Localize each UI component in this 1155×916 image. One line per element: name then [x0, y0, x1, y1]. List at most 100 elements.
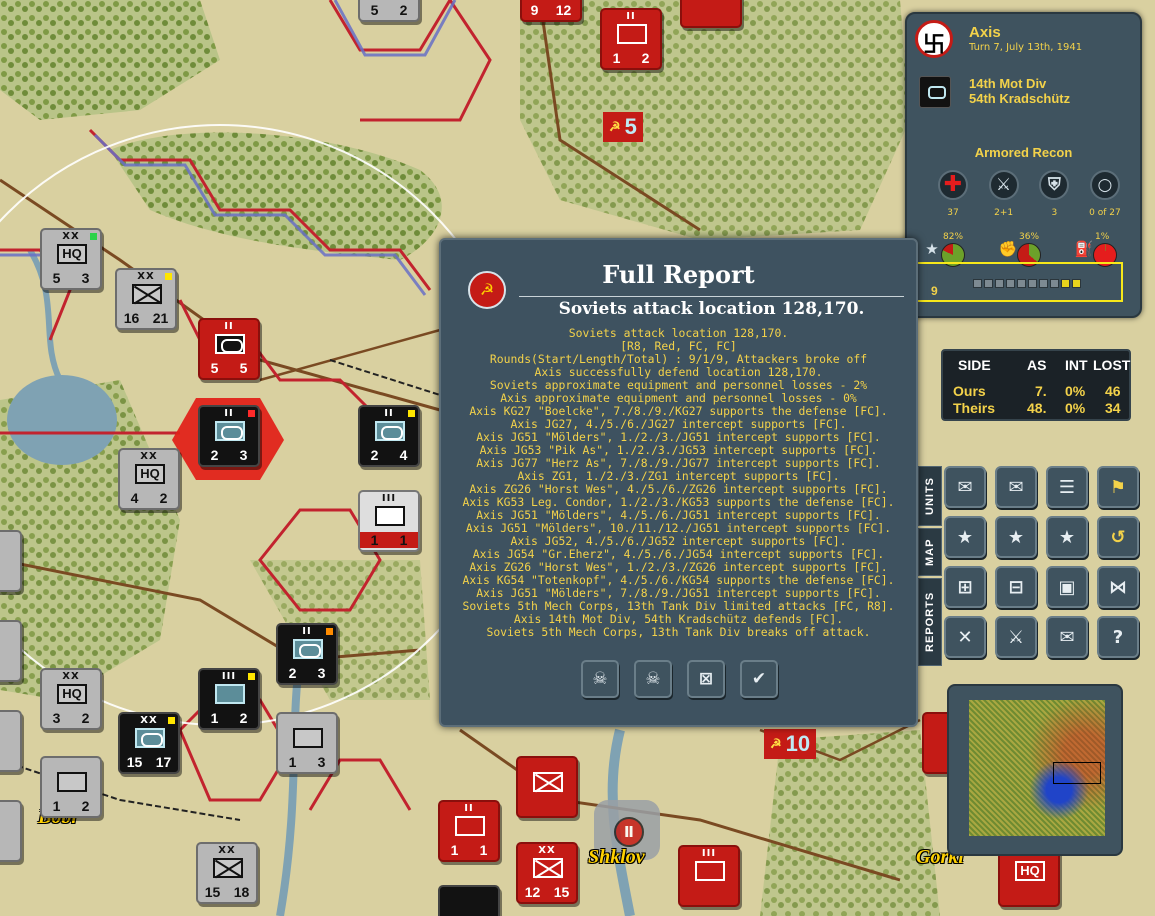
combat-report-button[interactable]: ⚔ — [995, 616, 1037, 658]
status-pip — [248, 673, 255, 680]
table-header: SIDE AS INT LOST — [958, 357, 1131, 373]
star-right-icon: ★ — [1007, 526, 1025, 548]
side-name: Axis — [969, 24, 1001, 41]
unit-counter[interactable] — [0, 710, 22, 772]
stat-defense: ⛨ 3 — [1030, 170, 1078, 218]
prev-unit-button[interactable]: ✉ — [944, 466, 986, 508]
next-unit-button[interactable]: ✉ — [995, 466, 1037, 508]
unit-counter[interactable] — [0, 800, 22, 862]
unit-counter[interactable]: XX HQ 53 — [40, 228, 102, 290]
unit-type: Armored Recon — [974, 145, 1073, 160]
hierarchy-button[interactable]: ⊞ — [944, 566, 986, 608]
casualties-icon: ⊠ — [698, 669, 714, 689]
experience-pip — [984, 279, 993, 288]
unit-counter[interactable]: XX 15 18 — [196, 842, 258, 904]
unit-counter[interactable]: II 11 — [438, 800, 500, 862]
forest-area — [520, 0, 910, 240]
experience-pip — [1061, 279, 1070, 288]
experience-pip — [1017, 279, 1026, 288]
unit-counter[interactable]: XX HQ 42 — [118, 448, 180, 510]
experience-pip — [1039, 279, 1048, 288]
org-chart-icon: ⊟ — [1008, 576, 1024, 598]
dialog-subtitle: Soviets attack location 128,170. — [519, 296, 904, 319]
victory-point-marker: ☭ 5 — [603, 112, 643, 142]
disband-button[interactable]: ✕ — [944, 616, 986, 658]
unit-counter[interactable]: 13 — [276, 712, 338, 774]
unit-counter[interactable]: XX HQ 32 — [40, 668, 102, 730]
next-star-button[interactable]: ★ — [995, 516, 1037, 558]
unit-counter[interactable] — [438, 885, 500, 916]
star-icon: ★ — [1058, 526, 1076, 548]
prev-star-button[interactable]: ★ — [944, 516, 986, 558]
infantry-symbol — [213, 858, 243, 878]
crossed-swords-icon: ⚔ — [988, 170, 1019, 200]
tab-reports[interactable]: REPORTS — [918, 578, 942, 666]
sword-skull-icon: ☠ — [645, 669, 661, 689]
table-row: Ours 7. 0% 46 — [953, 383, 1121, 399]
stat-strength: ✚ 37 — [929, 170, 977, 218]
unit-counter[interactable]: 12 — [40, 756, 102, 818]
flag-button[interactable]: ⚑ — [1097, 466, 1139, 508]
unit-counter[interactable]: II 23 — [276, 623, 338, 685]
ok-check-icon: ✔ — [751, 669, 767, 689]
unit-counter[interactable]: II 912 — [520, 0, 582, 22]
star-left-icon: ★ — [956, 526, 974, 548]
combat-losses-table: SIDE AS INT LOST Ours 7. 0% 46 Theirs 48… — [941, 349, 1131, 421]
status-pip — [248, 410, 255, 417]
undo-button[interactable]: ↺ — [1097, 516, 1139, 558]
unit-counter[interactable] — [680, 0, 742, 28]
reinforce-button[interactable]: ⋈ — [1097, 566, 1139, 608]
unit-counter[interactable] — [0, 530, 22, 592]
motorized-symbol — [57, 772, 87, 792]
status-pip — [408, 410, 415, 417]
unit-counter[interactable]: II 55 — [198, 318, 260, 380]
hammer-sickle-icon: ☭ — [609, 119, 621, 134]
unit-counter[interactable]: III 11 — [358, 490, 420, 552]
minimap-viewport[interactable] — [1053, 762, 1101, 784]
unit-counter[interactable]: XX 16 21 — [115, 268, 177, 330]
unit-counter[interactable]: 52 — [358, 0, 420, 22]
victory-point-marker: ☭ 10 — [764, 729, 817, 759]
experience-pip — [1006, 279, 1015, 288]
armor-symbol — [215, 334, 245, 354]
unit-counter[interactable]: XX 15 17 — [118, 712, 180, 774]
help-button[interactable]: ? — [1097, 616, 1139, 658]
clipboard-icon: ☰ — [1058, 476, 1076, 498]
unit-counter[interactable]: II 24 — [358, 405, 420, 467]
org-chart-button[interactable]: ⊟ — [995, 566, 1037, 608]
experience-pip — [1050, 279, 1059, 288]
message-button[interactable]: ✉ — [1046, 616, 1088, 658]
defender-losses-button[interactable]: ☠ — [581, 660, 619, 698]
unit-counter[interactable]: XX 12 15 — [516, 842, 578, 904]
tab-units[interactable]: UNITS — [918, 466, 942, 526]
shield-skull-icon: ☠ — [592, 669, 608, 689]
supply-button[interactable]: ▣ — [1046, 566, 1088, 608]
envelope-right-icon: ✉ — [1008, 476, 1024, 498]
unit-division: 14th Mot Div — [969, 76, 1047, 91]
attacker-losses-button[interactable]: ☠ — [634, 660, 672, 698]
infantry-symbol — [132, 284, 162, 304]
experience-pip — [1072, 279, 1081, 288]
motorized-symbol — [215, 684, 245, 704]
unit-name: 54th Kradschütz — [969, 91, 1071, 106]
star-button[interactable]: ★ — [1046, 516, 1088, 558]
selected-unit-counter[interactable]: II 23 — [198, 405, 260, 467]
ok-button[interactable]: ✔ — [740, 660, 778, 698]
armored-recon-symbol — [135, 728, 165, 748]
hammer-sickle-icon: ☭ — [770, 736, 782, 751]
unit-counter[interactable] — [516, 756, 578, 818]
bowtie-icon: ⋈ — [1109, 576, 1127, 598]
casualties-button[interactable]: ⊠ — [687, 660, 725, 698]
status-pip — [326, 628, 333, 635]
experience-bar — [973, 279, 1081, 288]
artillery-symbol — [455, 816, 485, 836]
unit-counter[interactable] — [0, 620, 22, 682]
shield-icon: ⛨ — [1039, 170, 1070, 200]
unit-counter[interactable]: II 12 — [600, 8, 662, 70]
unit-list-button[interactable]: ☰ — [1046, 466, 1088, 508]
tab-map[interactable]: MAP — [918, 528, 942, 576]
unit-counter[interactable]: III 12 — [198, 668, 260, 730]
unit-counter[interactable]: III — [678, 845, 740, 907]
minimap[interactable] — [947, 684, 1123, 856]
motorized-symbol — [293, 728, 323, 748]
